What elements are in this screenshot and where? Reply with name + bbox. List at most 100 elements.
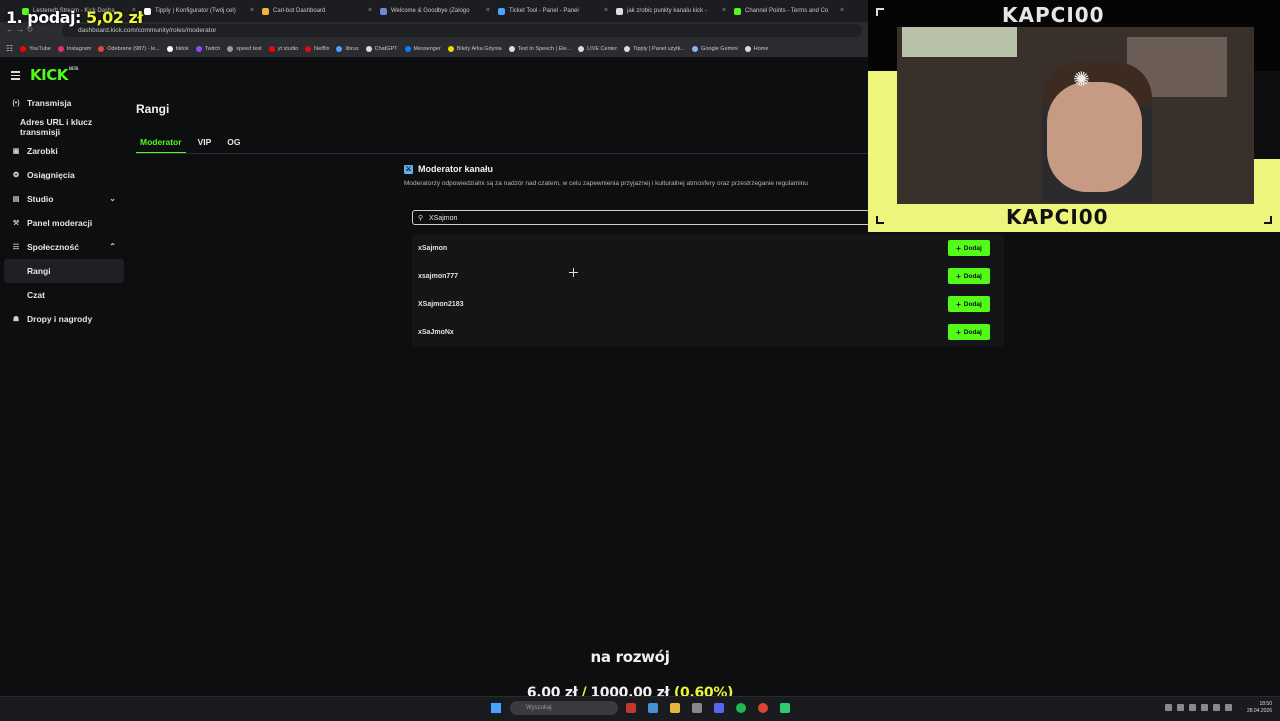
sidebar-item-osiągnięcia[interactable]: ❂ Osiągnięcia	[0, 163, 128, 187]
bookmark-label: ChatGPT	[374, 45, 398, 52]
bookmark-item[interactable]: yt studio	[268, 45, 299, 52]
sidebar-item-czat[interactable]: Czat	[0, 283, 128, 307]
cam-name-top: KAPCI00	[1002, 3, 1105, 27]
chevron-up-icon[interactable]: ⌃	[109, 242, 116, 251]
bookmark-item[interactable]: speed test	[227, 45, 262, 52]
bookmark-favicon-icon	[305, 45, 312, 52]
tab-close-icon[interactable]: ×	[486, 7, 490, 14]
role-tabs: Moderator VIP OG	[136, 135, 253, 154]
kick-logo[interactable]: KICKBETA	[30, 66, 79, 84]
bookmark-item[interactable]: Instagram	[57, 45, 91, 52]
sidebar-item-panel-moderacji[interactable]: ⚒ Panel moderacji	[0, 211, 128, 235]
add-button-label: Dodaj	[963, 244, 982, 252]
tab-close-icon[interactable]: ×	[604, 7, 608, 14]
bookmark-label: speed test	[236, 45, 262, 52]
bookmark-item[interactable]: YouTube	[20, 45, 51, 52]
folder-icon[interactable]	[670, 703, 680, 713]
add-button-label: Dodaj	[963, 328, 982, 336]
browser-tab[interactable]: Tipply | Konfigurator (Twój cel) ×	[144, 3, 254, 19]
add-moderator-button[interactable]: + Dodaj	[948, 324, 990, 340]
sidebar: (•) Transmisja Adres URL i klucz transmisj…	[0, 91, 128, 331]
tab-og[interactable]: OG	[223, 135, 244, 154]
menu-icon[interactable]	[11, 71, 20, 82]
bookmark-label: yt studio	[277, 45, 299, 52]
tab-vip[interactable]: VIP	[194, 135, 216, 154]
bookmark-label: Text to Speech | Ele...	[517, 45, 572, 52]
add-moderator-button[interactable]: + Dodaj	[948, 240, 990, 256]
browser-tab[interactable]: Carl-bot Dashboard ×	[262, 3, 372, 19]
sidebar-item-zarobki[interactable]: ▣ Zarobki	[0, 139, 128, 163]
browser-icon[interactable]	[692, 703, 702, 713]
search-value: XSajmon	[429, 215, 458, 222]
bookmark-item[interactable]: tiktok	[166, 45, 189, 52]
user-search-input[interactable]: ⚲ XSajmon	[412, 210, 870, 225]
bookmark-label: Bilety Arka Gdynia	[456, 45, 502, 52]
browser-tab[interactable]: jak zrobic punkty kanalu kick - ×	[616, 3, 726, 19]
broadcast-icon: (•)	[12, 99, 20, 107]
tab-favicon-icon	[616, 7, 623, 15]
bookmark-label: Google Gemini	[701, 45, 738, 52]
user-result-row: XSajmon2183 + Dodaj	[412, 290, 1004, 318]
bookmark-item[interactable]: LIVE Center	[578, 45, 618, 52]
browser-tab[interactable]: Welcome & Goodbye (Zalogo ×	[380, 3, 490, 19]
browser-tab[interactable]: Ticket Tool - Panel - Panel ×	[498, 3, 608, 19]
add-moderator-button[interactable]: + Dodaj	[948, 296, 990, 312]
gift-icon: ☗	[12, 316, 20, 323]
tab-close-icon[interactable]: ×	[722, 7, 726, 14]
app-icon[interactable]	[626, 703, 636, 713]
sidebar-item-adres-url-i-klucz-transmisji[interactable]: Adres URL i klucz transmisji	[0, 115, 128, 139]
bookmark-label: LIVE Center	[587, 45, 618, 52]
frame-corner-icon	[876, 216, 884, 224]
sidebar-item-label: Osiągnięcia	[27, 170, 75, 180]
system-tray[interactable]	[1165, 704, 1237, 711]
username: xsajmon777	[418, 272, 459, 280]
url-field[interactable]: dashboard.kick.com/community/roles/moder…	[62, 24, 862, 37]
webcam-overlay: ✺ KAPCI00 KAPCI00	[868, 0, 1280, 232]
app-icon[interactable]	[780, 703, 790, 713]
bookmark-item[interactable]: Odebrane (987) - le...	[98, 45, 160, 52]
bookmark-item[interactable]: Text to Speech | Ele...	[508, 45, 572, 52]
tab-close-icon[interactable]: ×	[250, 7, 254, 14]
bookmark-item[interactable]: ChatGPT	[365, 45, 398, 52]
tab-close-icon[interactable]: ×	[368, 7, 372, 14]
tab-moderator[interactable]: Moderator	[136, 135, 186, 154]
tab-label: Welcome & Goodbye (Zalogo	[391, 8, 470, 14]
apps-grid-icon[interactable]: ☷	[6, 44, 13, 53]
sidebar-item-label: Społeczność	[27, 242, 79, 252]
bookmark-label: YouTube	[29, 45, 51, 52]
windows-start-icon[interactable]	[491, 703, 501, 713]
bookmark-item[interactable]: librus	[336, 45, 359, 52]
add-button-label: Dodaj	[963, 300, 982, 308]
bookmark-favicon-icon	[166, 45, 173, 52]
spotify-icon[interactable]	[736, 703, 746, 713]
frame-corner-icon	[1264, 216, 1272, 224]
browser-tab[interactable]: Channel Points - Terms and Co ×	[734, 3, 844, 19]
bookmark-item[interactable]: Messenger	[404, 45, 441, 52]
bookmark-item[interactable]: Netflix	[305, 45, 329, 52]
taskbar-search[interactable]: Wyszukaj	[510, 701, 618, 715]
add-moderator-button[interactable]: + Dodaj	[948, 268, 990, 284]
bookmark-favicon-icon	[744, 45, 751, 52]
bookmark-item[interactable]: Bilety Arka Gdynia	[447, 45, 502, 52]
bookmark-item[interactable]: Home	[744, 45, 768, 52]
sidebar-item-transmisja[interactable]: (•) Transmisja	[0, 91, 128, 115]
tab-label: jak zrobic punkty kanalu kick -	[627, 8, 707, 14]
chrome-icon[interactable]	[758, 703, 768, 713]
app-icon[interactable]	[648, 703, 658, 713]
chevron-down-icon[interactable]: ⌄	[109, 194, 116, 203]
panel-description: Moderatorzy odpowiedzialni są za nadzór …	[404, 180, 808, 187]
sidebar-item-społeczność[interactable]: ☷ Społeczność ⌃	[0, 235, 128, 259]
bookmark-favicon-icon	[624, 45, 631, 52]
bookmark-item[interactable]: Google Gemini	[692, 45, 738, 52]
sidebar-item-dropy-i-nagrody[interactable]: ☗ Dropy i nagrody	[0, 307, 128, 331]
bookmark-favicon-icon	[20, 45, 27, 52]
sidebar-item-studio[interactable]: ▤ Studio ⌄	[0, 187, 128, 211]
sidebar-item-rangi[interactable]: Rangi	[4, 259, 124, 283]
bookmark-item[interactable]: Tipply | Panel użytk...	[624, 45, 685, 52]
discord-icon[interactable]	[714, 703, 724, 713]
clock[interactable]: 18:50 28.04.2026	[1247, 701, 1272, 715]
windows-taskbar: Wyszukaj 18:50 28.04.2026	[0, 696, 1280, 721]
tab-close-icon[interactable]: ×	[840, 7, 844, 14]
bookmark-item[interactable]: Twitch	[195, 45, 220, 52]
plus-icon: +	[956, 271, 961, 281]
